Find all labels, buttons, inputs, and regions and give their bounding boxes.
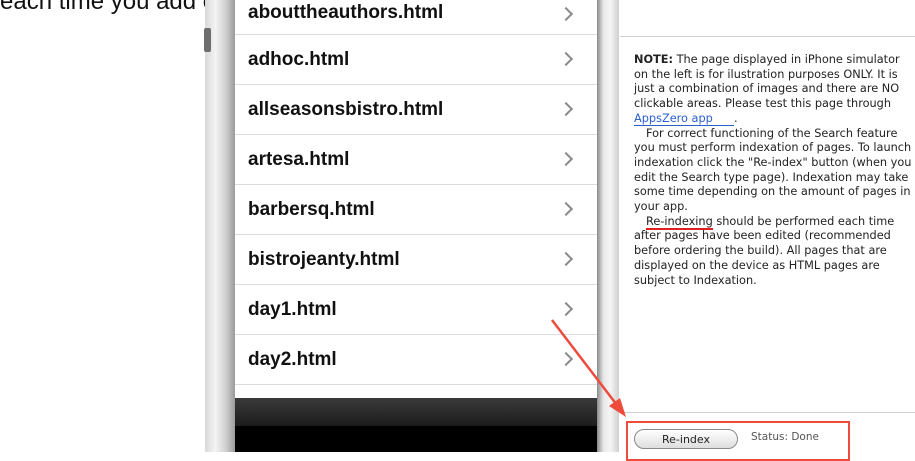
phone-tab-bar	[235, 426, 597, 452]
chevron-right-icon	[558, 151, 574, 167]
list-item-label: allseasonsbistro.html	[248, 99, 444, 120]
phone-side-button	[204, 28, 211, 52]
phone-toolbar	[235, 398, 597, 426]
note-paragraph-2: For correct functioning of the Search fe…	[634, 126, 912, 214]
list-item[interactable]: bistrojeanty.html	[235, 235, 597, 285]
list-item[interactable]: abouttheauthors.html	[235, 0, 597, 35]
note-panel: NOTE: The page displayed in iPhone simul…	[634, 53, 915, 288]
list-item[interactable]: artesa.html	[235, 135, 597, 185]
list-item-label: day1.html	[248, 299, 337, 320]
appszero-link[interactable]: AppsZero app	[634, 112, 734, 126]
note-label: NOTE:	[634, 53, 673, 66]
phone-screen: abouttheauthors.html adhoc.html allseaso…	[235, 0, 597, 452]
panel-divider-top	[620, 36, 915, 37]
phone-bezel-left	[205, 0, 235, 452]
list-item-label: adhoc.html	[248, 49, 350, 70]
chevron-right-icon	[558, 6, 574, 22]
list-item-label: barbersq.html	[248, 199, 375, 220]
list-item-label: abouttheauthors.html	[248, 2, 444, 23]
reindexing-underlined-word: Re-indexing	[646, 214, 713, 230]
chevron-right-icon	[558, 351, 574, 367]
list-item-label: bistrojeanty.html	[248, 249, 400, 270]
chevron-right-icon	[558, 51, 574, 67]
chevron-right-icon	[558, 301, 574, 317]
panel-divider-bottom	[620, 412, 915, 413]
chevron-right-icon	[558, 101, 574, 117]
note-paragraph-3: Re-indexing should be performed each tim…	[634, 214, 895, 287]
list-item[interactable]: adhoc.html	[235, 35, 597, 85]
list-item-label: day2.html	[248, 349, 337, 370]
phone-bezel-right	[597, 0, 619, 452]
reindex-status: Status: Done	[751, 431, 819, 443]
chevron-right-icon	[558, 201, 574, 217]
list-item[interactable]: day2.html	[235, 335, 597, 385]
reindex-button[interactable]: Re-index	[634, 429, 738, 449]
list-item-label: artesa.html	[248, 149, 350, 170]
list-item[interactable]: allseasonsbistro.html	[235, 85, 597, 135]
list-item[interactable]: day1.html	[235, 285, 597, 335]
note-paragraph-1: NOTE: The page displayed in iPhone simul…	[634, 53, 900, 126]
chevron-right-icon	[558, 251, 574, 267]
page-list: abouttheauthors.html adhoc.html allseaso…	[235, 0, 597, 402]
list-item[interactable]: barbersq.html	[235, 185, 597, 235]
